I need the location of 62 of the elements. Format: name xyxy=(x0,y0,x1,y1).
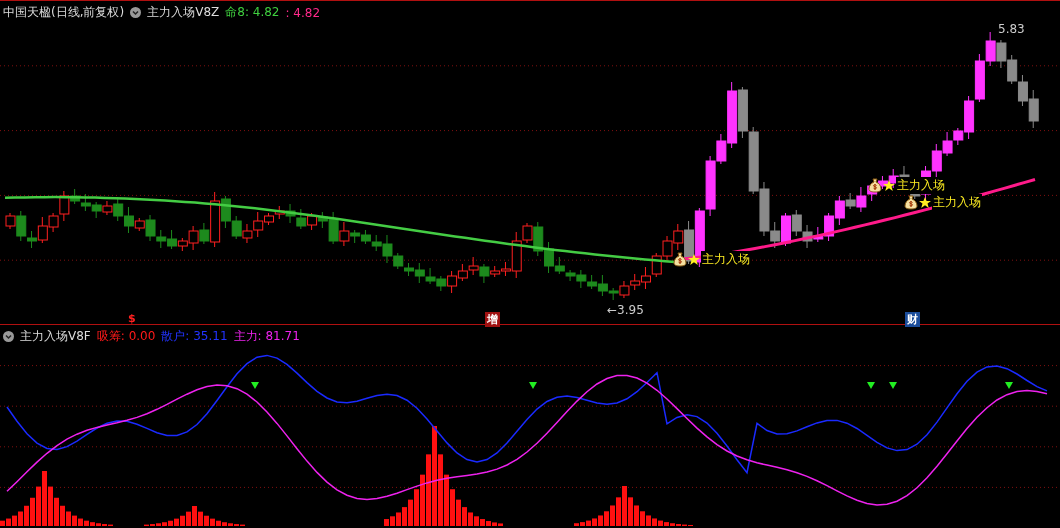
candlestick xyxy=(285,203,296,224)
event-marker: 财 xyxy=(905,312,920,327)
candlestick xyxy=(1028,89,1039,129)
indicator-name: 主力入场V8F xyxy=(20,328,91,345)
high-price-label: 5.83 xyxy=(998,22,1025,36)
candlestick xyxy=(425,267,436,285)
candlestick xyxy=(931,143,942,179)
candlestick xyxy=(1007,54,1018,85)
candlestick xyxy=(748,126,759,195)
candlestick xyxy=(942,131,953,157)
triangle-marker xyxy=(889,382,897,389)
candlestick xyxy=(630,273,641,291)
candlestick xyxy=(360,229,371,245)
low-price-label: ←3.95 xyxy=(607,303,644,317)
star-icon xyxy=(919,196,931,209)
candlestick xyxy=(242,223,253,244)
candlestick xyxy=(619,280,630,299)
candlestick xyxy=(781,212,791,247)
event-marker: 增 xyxy=(485,312,500,327)
chart-title: 中国天楹(日线,前复权) xyxy=(3,4,125,21)
indicator-value: 散户: 35.11 xyxy=(161,328,228,345)
collapse-icon[interactable] xyxy=(3,331,14,342)
candlestick xyxy=(167,229,178,250)
triangle-marker xyxy=(1005,382,1013,389)
candlestick xyxy=(651,252,662,278)
candlestick xyxy=(468,256,479,276)
indicator-name: 主力入场V8Z xyxy=(147,4,220,21)
candlestick xyxy=(231,215,242,240)
indicator-value: 主力: 81.71 xyxy=(233,328,300,345)
triangle-marker xyxy=(867,382,875,389)
candlestick xyxy=(985,31,996,67)
star-icon xyxy=(688,253,700,266)
indicator-value: 吸筹: 0.00 xyxy=(96,328,156,345)
indicator-value: 命8: 4.82 xyxy=(225,4,280,21)
triangle-marker xyxy=(529,382,537,389)
candlestick xyxy=(1017,74,1028,107)
candlestick xyxy=(791,209,802,237)
money-bag-icon xyxy=(904,195,918,210)
event-marker: $ xyxy=(127,312,137,325)
money-bag-icon xyxy=(868,178,882,193)
candlestick xyxy=(156,229,167,249)
candlestick xyxy=(996,39,1007,69)
candlestick xyxy=(662,235,673,262)
triangle-marker xyxy=(251,382,259,389)
candlestick xyxy=(307,212,318,231)
candlestick xyxy=(641,266,651,290)
candlestick xyxy=(457,263,468,282)
candlestick xyxy=(296,208,307,230)
candlestick xyxy=(737,86,748,139)
collapse-icon[interactable] xyxy=(130,7,142,18)
money-bag-icon xyxy=(673,252,687,267)
signal-label: 主力入场 xyxy=(701,251,751,268)
candlestick xyxy=(274,205,285,220)
signal-label: 主力入场 xyxy=(932,194,982,211)
candlestick xyxy=(447,270,458,294)
candlestick xyxy=(91,201,102,219)
star-icon xyxy=(883,179,895,192)
signal-label: 主力入场 xyxy=(896,177,946,194)
candlestick xyxy=(80,193,91,212)
candlestick xyxy=(436,275,447,292)
indicator-value: : 4.82 xyxy=(285,5,321,20)
candlestick xyxy=(974,53,985,103)
